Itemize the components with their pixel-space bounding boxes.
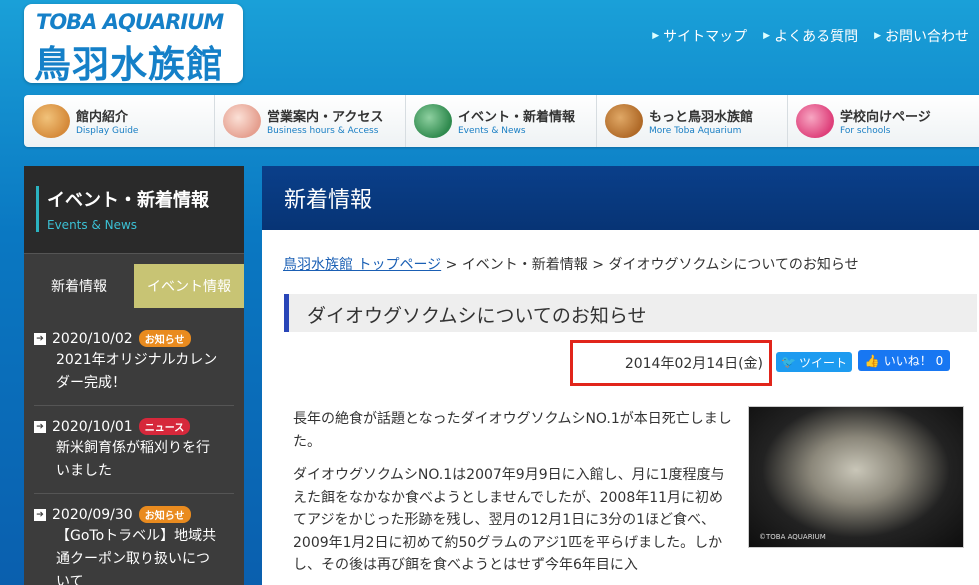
article-paragraph: 長年の絶食が話題となったダイオウグソクムシNO.1が本日死亡しました。 bbox=[293, 411, 732, 450]
nav-sublabel: For schools bbox=[840, 126, 891, 136]
site-logo[interactable]: TOBA AQUARIUM 鳥羽水族館 bbox=[24, 4, 243, 86]
pelican-icon bbox=[223, 104, 261, 138]
utility-links: ▶ サイトマップ ▶ よくある質問 ▶ お問い合わせ bbox=[652, 26, 969, 46]
chevron-right-icon: ▶ bbox=[763, 31, 771, 41]
thumbs-up-icon: 👍 bbox=[864, 353, 880, 368]
list-item[interactable]: ➔ 2020/10/02 お知らせ 2021年オリジナルカレン ダー完成！ bbox=[34, 318, 234, 406]
arrow-right-icon: ➔ bbox=[34, 420, 46, 433]
logo-english: TOBA AQUARIUM bbox=[36, 10, 224, 34]
entry-title[interactable]: 新米飼育係が稲刈りを行 いました bbox=[34, 437, 234, 483]
sitemap-link[interactable]: ▶ サイトマップ bbox=[652, 26, 747, 46]
nav-label: イベント・新着情報 bbox=[458, 110, 576, 125]
sidebar: イベント・新着情報 Events & News 新着情報 イベント情報 ➔ 20… bbox=[24, 166, 244, 585]
nav-more-toba[interactable]: もっと鳥羽水族館 More Toba Aquarium bbox=[597, 95, 788, 147]
nav-sublabel: Display Guide bbox=[76, 126, 139, 136]
nav-label: 館内紹介 bbox=[76, 110, 129, 125]
photo-credit: ©TOBA AQUARIUM bbox=[759, 533, 826, 541]
chevron-right-icon: ▶ bbox=[874, 31, 881, 41]
chevron-right-icon: ▶ bbox=[652, 31, 660, 41]
nav-sublabel: Events & News bbox=[458, 126, 526, 136]
article-body: 長年の絶食が話題となったダイオウグソクムシNO.1が本日死亡しました。 ダイオウ… bbox=[293, 408, 733, 585]
breadcrumb-separator: > bbox=[587, 257, 609, 273]
global-nav: 館内紹介 Display Guide 営業案内・アクセス Business ho… bbox=[24, 95, 979, 147]
like-button[interactable]: 👍 いいね！ 0 bbox=[858, 350, 950, 371]
nav-display-guide[interactable]: 館内紹介 Display Guide bbox=[24, 95, 215, 147]
nav-business-access[interactable]: 営業案内・アクセス Business hours & Access bbox=[215, 95, 406, 147]
faq-link[interactable]: ▶ よくある質問 bbox=[763, 26, 858, 46]
entry-date: 2020/09/30 bbox=[52, 506, 133, 523]
article-date: 2014年02月14日(金) bbox=[570, 340, 772, 386]
article-meta: 2014年02月14日(金) 🐦 ツイート 👍 いいね！ 0 bbox=[262, 332, 979, 386]
capybara-icon bbox=[605, 104, 643, 138]
turtle-icon bbox=[414, 104, 452, 138]
tweet-button[interactable]: 🐦 ツイート bbox=[776, 352, 852, 372]
arrow-right-icon: ➔ bbox=[34, 332, 46, 345]
tab-events[interactable]: イベント情報 bbox=[134, 264, 244, 308]
page-title: 新着情報 bbox=[284, 188, 373, 213]
seaslug-icon bbox=[796, 104, 834, 138]
news-list: ➔ 2020/10/02 お知らせ 2021年オリジナルカレン ダー完成！ ➔ … bbox=[24, 308, 244, 585]
nav-for-schools[interactable]: 学校向けページ For schools bbox=[788, 95, 979, 147]
breadcrumb: 鳥羽水族館 トップページ > イベント・新着情報 > ダイオウグソクムシについて… bbox=[262, 230, 979, 274]
status-badge: ニュース bbox=[138, 418, 191, 435]
section-header: 新着情報 bbox=[262, 166, 979, 230]
nav-label: もっと鳥羽水族館 bbox=[649, 110, 754, 125]
nav-events-news[interactable]: イベント・新着情報 Events & News bbox=[406, 95, 597, 147]
entry-date: 2020/10/02 bbox=[52, 330, 133, 347]
site-header: TOBA AQUARIUM 鳥羽水族館 ▶ サイトマップ ▶ よくある質問 ▶ お問い… bbox=[0, 0, 979, 95]
breadcrumb-home-link[interactable]: 鳥羽水族館 トップページ bbox=[283, 257, 441, 273]
sidebar-subtitle: Events & News bbox=[47, 218, 138, 232]
sidebar-title: イベント・新着情報 bbox=[47, 190, 209, 211]
contact-link[interactable]: ▶ お問い合わせ bbox=[874, 26, 969, 46]
tab-news[interactable]: 新着情報 bbox=[24, 264, 134, 308]
entry-date: 2020/10/01 bbox=[52, 418, 133, 435]
nav-label: 営業案内・アクセス bbox=[267, 110, 384, 125]
breadcrumb-current: ダイオウグソクムシについてのお知らせ bbox=[608, 257, 859, 273]
isopod-photo: ©TOBA AQUARIUM bbox=[748, 406, 964, 548]
nav-sublabel: Business hours & Access bbox=[267, 126, 379, 136]
nav-label: 学校向けページ bbox=[840, 110, 931, 125]
arrow-right-icon: ➔ bbox=[34, 508, 46, 521]
list-item[interactable]: ➔ 2020/09/30 お知らせ 【GoToトラベル】地域共 通クーポン取り扱… bbox=[34, 494, 234, 585]
logo-japanese: 鳥羽水族館 bbox=[34, 43, 224, 86]
status-badge: お知らせ bbox=[138, 330, 191, 347]
walrus-icon bbox=[32, 104, 70, 138]
entry-title[interactable]: 【GoToトラベル】地域共 通クーポン取り扱いにつ いて bbox=[34, 525, 234, 585]
entry-title[interactable]: 2021年オリジナルカレン ダー完成！ bbox=[34, 349, 234, 395]
sidebar-header: イベント・新着情報 Events & News bbox=[24, 166, 244, 254]
nav-sublabel: More Toba Aquarium bbox=[649, 126, 742, 136]
breadcrumb-separator: > bbox=[441, 257, 462, 273]
list-item[interactable]: ➔ 2020/10/01 ニュース 新米飼育係が稲刈りを行 いました bbox=[34, 406, 234, 494]
article-paragraph: ダイオウグソクムシNO.1は2007年9月9日に入館し、月に1度程度与えた餌をな… bbox=[293, 467, 725, 573]
status-badge: お知らせ bbox=[138, 506, 191, 523]
sidebar-tabs: 新着情報 イベント情報 bbox=[24, 264, 244, 308]
article-title: ダイオウグソクムシについてのお知らせ bbox=[284, 294, 977, 332]
twitter-icon: 🐦 bbox=[781, 355, 796, 369]
breadcrumb-section: イベント・新着情報 bbox=[461, 257, 588, 273]
